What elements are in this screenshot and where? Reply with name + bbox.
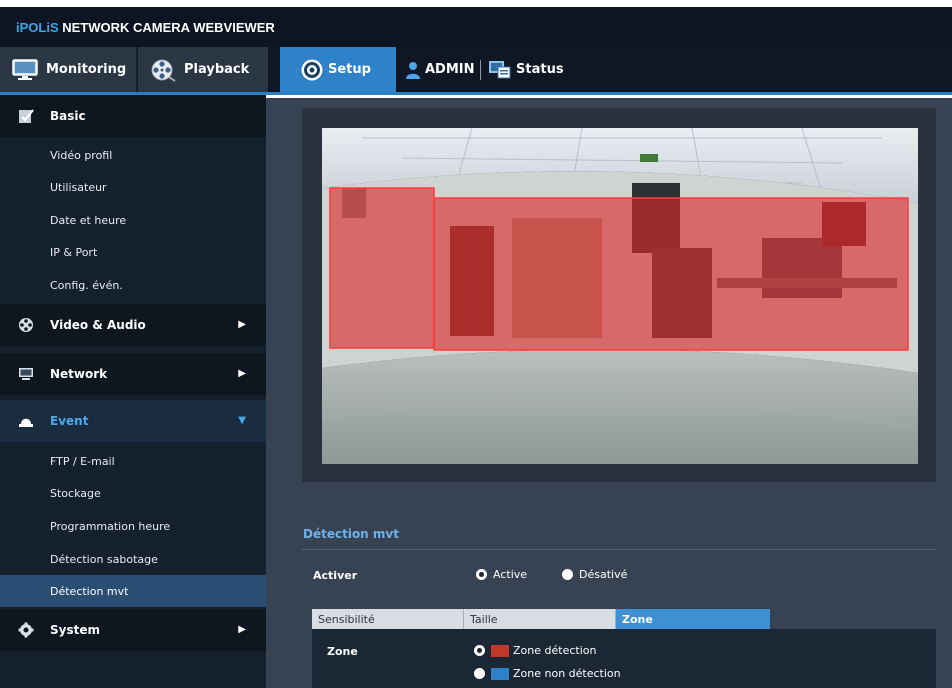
setup-content: Détection mvt Activer Active Désativé Se… bbox=[266, 98, 952, 688]
sidebar-category-basic[interactable]: Basic bbox=[0, 95, 266, 137]
zone-label: Zone bbox=[327, 645, 358, 658]
section-title: Détection mvt bbox=[303, 527, 399, 541]
sidebar-item-label: Détection sabotage bbox=[50, 552, 158, 566]
film-reel-icon bbox=[151, 59, 176, 82]
app-title: iPOLiS NETWORK CAMERA WEBVIEWER bbox=[16, 20, 275, 35]
section-divider bbox=[302, 549, 936, 550]
status-link[interactable]: Status bbox=[489, 47, 564, 92]
status-label: Status bbox=[516, 62, 564, 77]
radio-active[interactable]: Active bbox=[476, 568, 527, 581]
main-nav: Monitoring Playback Setup ADMIN Status bbox=[0, 47, 952, 95]
activer-label: Activer bbox=[313, 569, 358, 582]
film-reel-icon bbox=[19, 318, 33, 332]
tab-playback[interactable]: Playback bbox=[138, 47, 268, 92]
tab-label: Sensibilité bbox=[318, 612, 375, 626]
chevron-right-icon: ▶ bbox=[238, 368, 246, 379]
detection-color-swatch bbox=[491, 644, 509, 657]
sidebar-item-date-heure[interactable]: Date et heure bbox=[0, 204, 266, 236]
settings-tabs: Sensibilité Taille Zone bbox=[312, 609, 770, 629]
camera-scene-image bbox=[322, 128, 918, 464]
tab-label: Zone bbox=[622, 612, 653, 626]
tab-monitoring-label: Monitoring bbox=[46, 62, 127, 77]
chevron-down-icon: ▼ bbox=[238, 415, 246, 426]
detection-zone-2 bbox=[433, 197, 909, 351]
tab-monitoring[interactable]: Monitoring bbox=[0, 47, 137, 92]
nav-divider bbox=[480, 60, 481, 80]
sidebar-item-video-profil[interactable]: Vidéo profil bbox=[0, 139, 266, 171]
sidebar-item-label: Détection mvt bbox=[50, 584, 129, 598]
status-icon bbox=[489, 60, 511, 78]
radio-selected-icon bbox=[474, 645, 485, 656]
sidebar-item-label: FTP / E-mail bbox=[50, 454, 115, 468]
user-icon bbox=[406, 61, 420, 79]
sidebar-category-event-label: Event bbox=[50, 414, 89, 428]
tab-label: Taille bbox=[470, 612, 498, 626]
sidebar: Basic Vidéo profil Utilisateur Date et h… bbox=[0, 95, 266, 688]
bell-icon bbox=[19, 418, 33, 427]
sidebar-category-system-label: System bbox=[50, 623, 100, 637]
sidebar-category-video-audio[interactable]: Video & Audio ▶ bbox=[0, 304, 266, 346]
checklist-icon bbox=[19, 109, 34, 123]
tab-taille[interactable]: Taille bbox=[464, 609, 616, 629]
sidebar-item-detection-mvt[interactable]: Détection mvt bbox=[0, 575, 266, 607]
chevron-right-icon: ▶ bbox=[238, 624, 246, 635]
sidebar-category-video-audio-label: Video & Audio bbox=[50, 318, 146, 332]
sidebar-item-label: Programmation heure bbox=[50, 519, 171, 533]
radio-desactive-label: Désativé bbox=[579, 568, 628, 581]
tab-setup[interactable]: Setup bbox=[280, 47, 396, 92]
sidebar-item-ip-port[interactable]: IP & Port bbox=[0, 236, 266, 268]
monitor-icon bbox=[12, 58, 38, 80]
radio-desactive[interactable]: Désativé bbox=[562, 568, 627, 581]
video-preview-frame bbox=[302, 108, 936, 482]
radio-zone-detection-label: Zone détection bbox=[513, 644, 597, 657]
gear-icon bbox=[301, 59, 323, 80]
brand-logo-text: iPOLiS bbox=[16, 20, 59, 35]
detection-zone-1 bbox=[329, 187, 435, 349]
brand-title: NETWORK CAMERA WEBVIEWER bbox=[62, 20, 275, 35]
sidebar-item-detection-sabotage[interactable]: Détection sabotage bbox=[0, 543, 266, 575]
radio-selected-icon bbox=[476, 569, 487, 580]
sidebar-item-label: Vidéo profil bbox=[50, 148, 113, 162]
admin-user-link[interactable]: ADMIN bbox=[406, 47, 475, 92]
sidebar-item-programmation-heure[interactable]: Programmation heure bbox=[0, 510, 266, 542]
tab-setup-label: Setup bbox=[328, 62, 371, 77]
radio-unselected-icon bbox=[474, 668, 485, 679]
chevron-right-icon: ▶ bbox=[238, 319, 246, 330]
zone-settings-panel: Zone Zone détection Zone non détection bbox=[312, 629, 936, 688]
sidebar-item-label: Utilisateur bbox=[50, 180, 107, 194]
sidebar-item-ftp-email[interactable]: FTP / E-mail bbox=[0, 445, 266, 477]
sidebar-category-network[interactable]: Network ▶ bbox=[0, 353, 266, 395]
sidebar-category-system[interactable]: System ▶ bbox=[0, 609, 266, 651]
radio-unselected-icon bbox=[562, 569, 573, 580]
sidebar-item-stockage[interactable]: Stockage bbox=[0, 477, 266, 509]
admin-label: ADMIN bbox=[425, 62, 475, 77]
sidebar-item-config-even[interactable]: Config. évén. bbox=[0, 269, 266, 301]
sidebar-item-label: Stockage bbox=[50, 486, 101, 500]
radio-zone-non-detection-label: Zone non détection bbox=[513, 667, 621, 680]
camera-preview[interactable] bbox=[322, 128, 918, 464]
radio-active-label: Active bbox=[493, 568, 528, 581]
sidebar-category-event[interactable]: Event ▼ bbox=[0, 400, 266, 442]
tab-zone[interactable]: Zone bbox=[616, 609, 770, 629]
sidebar-category-network-label: Network bbox=[50, 367, 108, 381]
radio-zone-non-detection[interactable]: Zone non détection bbox=[474, 667, 621, 680]
monitor-icon bbox=[19, 368, 33, 380]
sidebar-item-label: IP & Port bbox=[50, 245, 98, 259]
radio-zone-detection[interactable]: Zone détection bbox=[474, 644, 596, 657]
title-bar: iPOLiS NETWORK CAMERA WEBVIEWER bbox=[0, 7, 952, 47]
sidebar-category-basic-label: Basic bbox=[50, 109, 86, 123]
gear-icon bbox=[18, 622, 34, 638]
tab-playback-label: Playback bbox=[184, 62, 250, 77]
non-detection-color-swatch bbox=[491, 667, 509, 680]
sidebar-item-label: Config. évén. bbox=[50, 278, 123, 292]
tab-sensibilite[interactable]: Sensibilité bbox=[312, 609, 464, 629]
sidebar-item-label: Date et heure bbox=[50, 213, 127, 227]
sidebar-item-utilisateur[interactable]: Utilisateur bbox=[0, 171, 266, 203]
